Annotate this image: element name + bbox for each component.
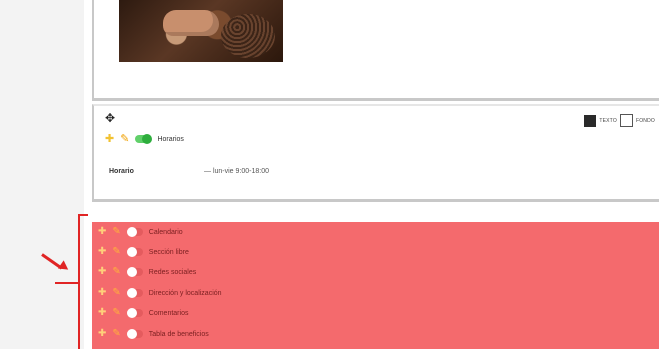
pencil-icon[interactable]: ✎ [112, 288, 120, 298]
plus-icon[interactable]: ✚ [98, 267, 106, 277]
annotation-bracket-tick [55, 282, 80, 284]
section-label: Comentarios [148, 309, 189, 317]
section-row-redes-sociales: ✚ ✎ Redes sociales [98, 266, 196, 278]
section-toggle[interactable] [126, 288, 143, 298]
horario-controls: ✚ ✎ Horarios [105, 133, 184, 145]
pencil-icon[interactable]: ✎ [112, 247, 120, 257]
coffee-beans-image [119, 0, 283, 62]
background-color-swatch[interactable] [619, 114, 633, 127]
hand-shape [163, 10, 219, 36]
section-toggle[interactable] [126, 247, 143, 257]
horario-card: ✥ ✚ ✎ Horarios TEXTO FONDO Horario — lun… [92, 104, 659, 202]
section-toggle[interactable] [126, 308, 143, 318]
section-label: Tabla de beneficios [148, 330, 209, 338]
section-label: Sección libre [148, 248, 189, 256]
text-color-swatch[interactable] [584, 114, 597, 127]
pencil-icon[interactable]: ✎ [112, 267, 120, 277]
color-swatches: TEXTO FONDO [584, 114, 655, 127]
beans-shape [221, 14, 275, 58]
section-row-direccion: ✚ ✎ Dirección y localización [98, 287, 222, 299]
pencil-icon[interactable]: ✎ [112, 329, 120, 339]
section-toggle[interactable] [126, 267, 143, 277]
plus-icon[interactable]: ✚ [98, 308, 106, 318]
plus-icon[interactable]: ✚ [105, 133, 114, 145]
move-icon[interactable]: ✥ [105, 112, 115, 124]
section-row-seccion-libre: ✚ ✎ Sección libre [98, 246, 189, 258]
horario-field-value[interactable]: — lun-vie 9:00-18:00 [204, 168, 269, 175]
plus-icon[interactable]: ✚ [98, 227, 106, 237]
horarios-toggle[interactable] [135, 134, 153, 144]
disabled-sections-block: ✚ ✎ Calendario ✚ ✎ Sección libre ✚ ✎ Red… [92, 222, 659, 349]
section-row-calendario: ✚ ✎ Calendario [98, 226, 183, 238]
section-row-comentarios: ✚ ✎ Comentarios [98, 307, 188, 319]
plus-icon[interactable]: ✚ [98, 288, 106, 298]
text-color-label: TEXTO [599, 117, 617, 124]
pencil-icon[interactable]: ✎ [112, 308, 120, 318]
section-label: Dirección y localización [148, 289, 222, 297]
background-color-label: FONDO [635, 117, 655, 124]
pencil-icon[interactable]: ✎ [112, 227, 120, 237]
plus-icon[interactable]: ✚ [98, 247, 106, 257]
image-card [92, 0, 659, 101]
plus-icon[interactable]: ✚ [98, 329, 106, 339]
horarios-toggle-label: Horarios [157, 135, 184, 143]
horario-field-label: Horario [109, 168, 134, 175]
section-label: Redes sociales [148, 268, 197, 276]
pencil-icon[interactable]: ✎ [120, 133, 129, 145]
section-toggle[interactable] [126, 227, 143, 237]
section-row-tabla-beneficios: ✚ ✎ Tabla de beneficios [98, 328, 209, 340]
section-toggle[interactable] [126, 329, 143, 339]
section-label: Calendario [148, 228, 183, 236]
